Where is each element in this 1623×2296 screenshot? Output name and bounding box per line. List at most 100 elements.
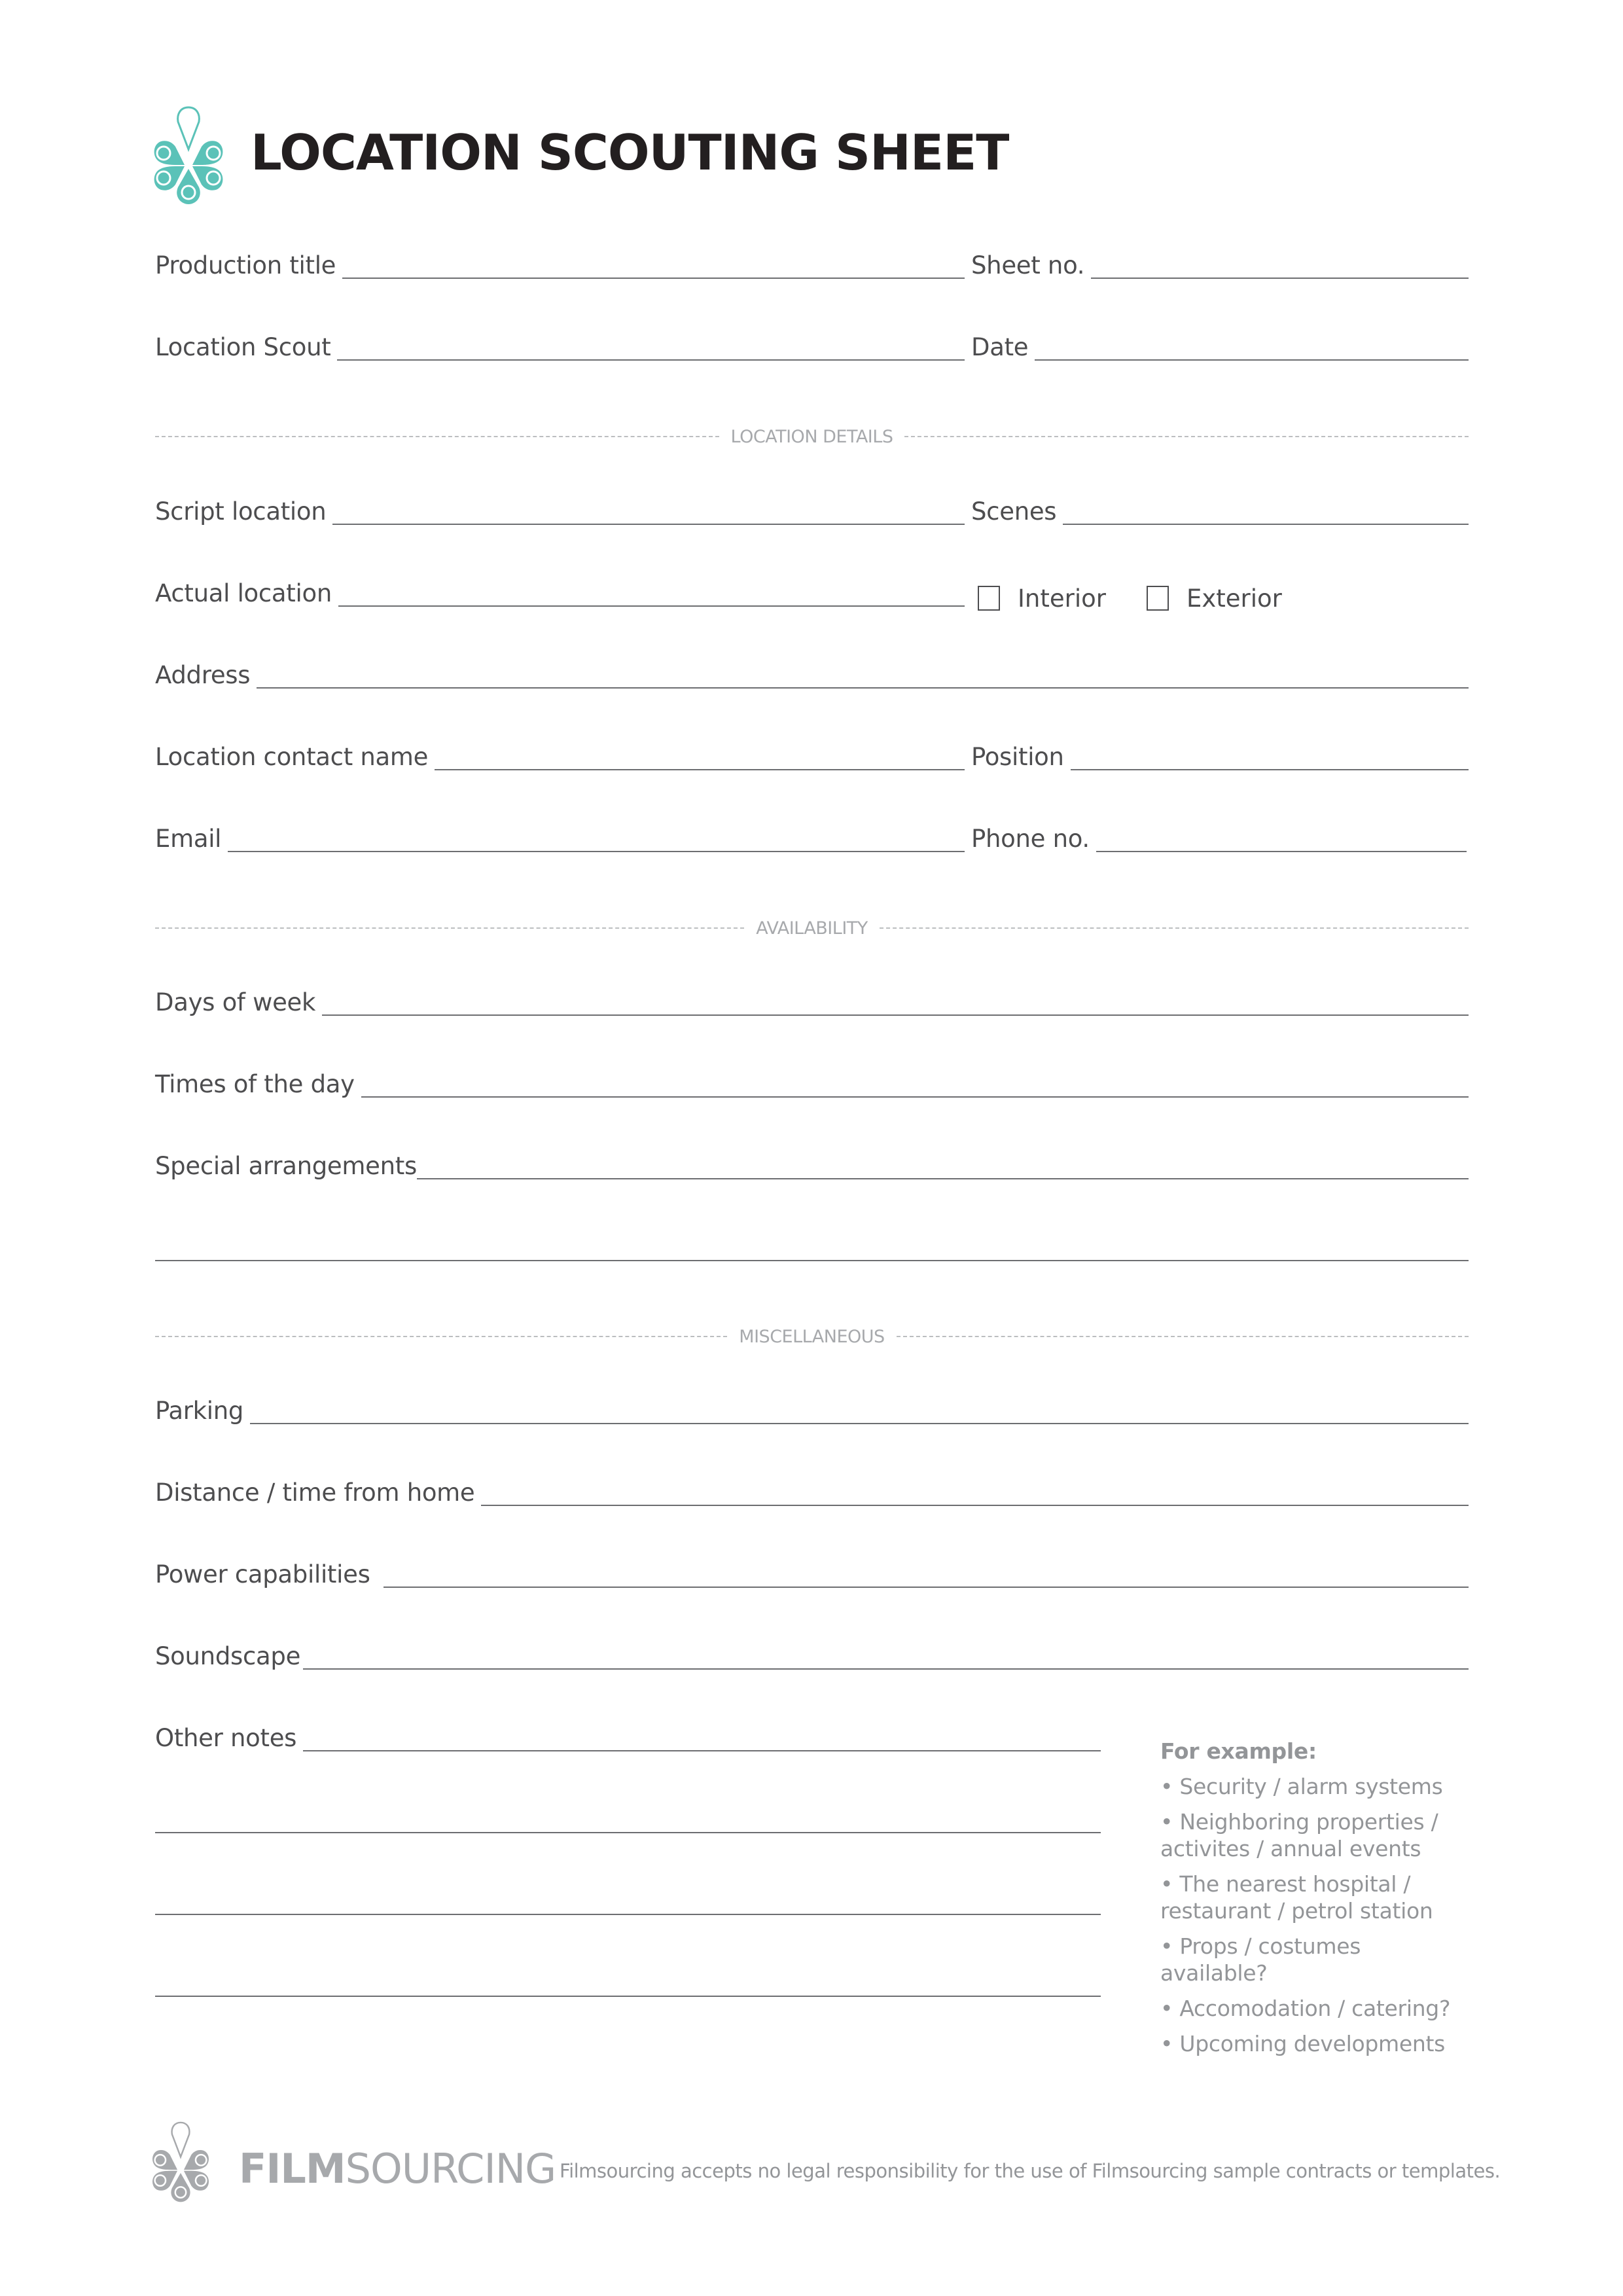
- other-notes-line[interactable]: [303, 1750, 1101, 1751]
- filmsourcing-logo-icon: [154, 106, 223, 204]
- power-label: Power capabilities: [155, 1560, 370, 1588]
- days-of-week-label: Days of week: [155, 988, 316, 1016]
- contact-name-line[interactable]: [435, 769, 965, 770]
- contact-name-field[interactable]: Location contact name: [155, 738, 965, 770]
- days-of-week-line[interactable]: [322, 1014, 1469, 1016]
- row-distance: Distance / time from home: [155, 1473, 1469, 1506]
- parking-field[interactable]: Parking: [155, 1391, 1469, 1424]
- other-notes-line-2[interactable]: [155, 1832, 1101, 1833]
- section-miscellaneous: MISCELLANEOUS: [155, 1326, 1469, 1347]
- actual-location-line[interactable]: [338, 605, 965, 607]
- row-other-notes: Other notes: [155, 1719, 1101, 1751]
- sheet-no-field[interactable]: Sheet no.: [971, 246, 1469, 279]
- section-title: MISCELLANEOUS: [739, 1326, 885, 1347]
- address-line[interactable]: [257, 687, 1469, 689]
- contact-name-label: Location contact name: [155, 743, 429, 771]
- special-arrangements-line[interactable]: [416, 1178, 1469, 1179]
- row-times-of-day: Times of the day: [155, 1065, 1469, 1098]
- production-title-line[interactable]: [342, 278, 965, 279]
- row-email: Email Phone no.: [155, 819, 1469, 852]
- divider-right: [904, 436, 1469, 437]
- phone-field[interactable]: Phone no.: [971, 819, 1467, 852]
- scenes-field[interactable]: Scenes: [971, 492, 1469, 525]
- sheet-no-line[interactable]: [1091, 278, 1469, 279]
- example-item: • Props / costumes available?: [1160, 1933, 1361, 1986]
- scenes-line[interactable]: [1063, 524, 1469, 525]
- other-notes-line-4[interactable]: [155, 1996, 1101, 1997]
- times-of-day-line[interactable]: [361, 1096, 1469, 1098]
- example-item: • Accomodation / catering?: [1160, 1996, 1451, 2021]
- script-location-field[interactable]: Script location: [155, 492, 965, 525]
- row-production: Production title Sheet no.: [155, 246, 1469, 279]
- production-title-label: Production title: [155, 251, 336, 279]
- position-line[interactable]: [1070, 769, 1469, 770]
- row-special-arrangements-extra: [155, 1229, 1469, 1261]
- script-location-label: Script location: [155, 497, 327, 526]
- example-item: • Upcoming developments: [1160, 2031, 1446, 2056]
- other-notes-line-3[interactable]: [155, 1914, 1101, 1915]
- distance-line[interactable]: [481, 1505, 1469, 1506]
- script-location-line[interactable]: [332, 524, 965, 525]
- row-other-notes-4: [155, 1964, 1101, 1997]
- soundscape-line[interactable]: [303, 1668, 1469, 1670]
- location-scout-label: Location Scout: [155, 333, 331, 361]
- position-label: Position: [971, 743, 1064, 771]
- section-location-details: LOCATION DETAILS: [155, 427, 1469, 447]
- example-item: • The nearest hospital / restaurant / pe…: [1160, 1871, 1433, 1924]
- footer-logo-icon: [152, 2121, 209, 2202]
- section-title: AVAILABILITY: [756, 918, 868, 939]
- special-arrangements-extra-field[interactable]: [155, 1229, 1469, 1261]
- row-other-notes-3: [155, 1882, 1101, 1915]
- email-line[interactable]: [228, 851, 965, 852]
- power-field[interactable]: Power capabilities: [155, 1555, 1469, 1588]
- date-line[interactable]: [1035, 359, 1469, 361]
- row-special-arrangements: Special arrangements: [155, 1147, 1469, 1179]
- power-line[interactable]: [383, 1587, 1469, 1588]
- examples-list: For example: • Security / alarm systems …: [1160, 1738, 1468, 2066]
- other-notes-field[interactable]: Other notes: [155, 1719, 1101, 1751]
- scenes-label: Scenes: [971, 497, 1057, 526]
- phone-line[interactable]: [1096, 851, 1467, 852]
- days-of-week-field[interactable]: Days of week: [155, 983, 1469, 1016]
- location-scout-line[interactable]: [337, 359, 965, 361]
- sheet-no-label: Sheet no.: [971, 251, 1085, 279]
- location-scout-field[interactable]: Location Scout: [155, 328, 965, 361]
- soundscape-field[interactable]: Soundscape: [155, 1637, 1469, 1670]
- example-item: • Neighboring properties / activites / a…: [1160, 1809, 1438, 1861]
- row-days-of-week: Days of week: [155, 983, 1469, 1016]
- special-arrangements-label: Special arrangements: [155, 1152, 417, 1180]
- actual-location-label: Actual location: [155, 579, 332, 607]
- email-field[interactable]: Email: [155, 819, 965, 852]
- footer-brand: FILMSOURCING: [239, 2149, 556, 2189]
- row-parking: Parking: [155, 1391, 1469, 1424]
- parking-label: Parking: [155, 1397, 244, 1425]
- row-scout: Location Scout Date: [155, 328, 1469, 361]
- phone-label: Phone no.: [971, 825, 1090, 853]
- row-script-location: Script location Scenes: [155, 492, 1469, 525]
- exterior-checkbox[interactable]: [1147, 586, 1169, 611]
- date-field[interactable]: Date: [971, 328, 1469, 361]
- divider-right: [896, 1336, 1469, 1337]
- other-notes-line-3-field[interactable]: [155, 1882, 1101, 1915]
- row-power: Power capabilities: [155, 1555, 1469, 1588]
- row-soundscape: Soundscape: [155, 1637, 1469, 1670]
- production-title-field[interactable]: Production title: [155, 246, 965, 279]
- other-notes-line-4-field[interactable]: [155, 1964, 1101, 1997]
- distance-field[interactable]: Distance / time from home: [155, 1473, 1469, 1506]
- interior-checkbox[interactable]: [978, 586, 1000, 611]
- actual-location-field[interactable]: Actual location: [155, 574, 965, 607]
- position-field[interactable]: Position: [971, 738, 1469, 770]
- other-notes-line-2-field[interactable]: [155, 1801, 1101, 1833]
- email-label: Email: [155, 825, 222, 853]
- address-field[interactable]: Address: [155, 656, 1469, 689]
- example-item: • Security / alarm systems: [1160, 1774, 1443, 1799]
- examples-heading: For example:: [1160, 1738, 1317, 1764]
- address-label: Address: [155, 661, 251, 689]
- special-arrangements-extra-line[interactable]: [155, 1260, 1469, 1261]
- times-of-day-field[interactable]: Times of the day: [155, 1065, 1469, 1098]
- special-arrangements-field[interactable]: Special arrangements: [155, 1147, 1469, 1179]
- row-other-notes-2: [155, 1801, 1101, 1833]
- parking-line[interactable]: [250, 1423, 1469, 1424]
- row-address: Address: [155, 656, 1469, 689]
- interior-label: Interior: [1018, 584, 1106, 613]
